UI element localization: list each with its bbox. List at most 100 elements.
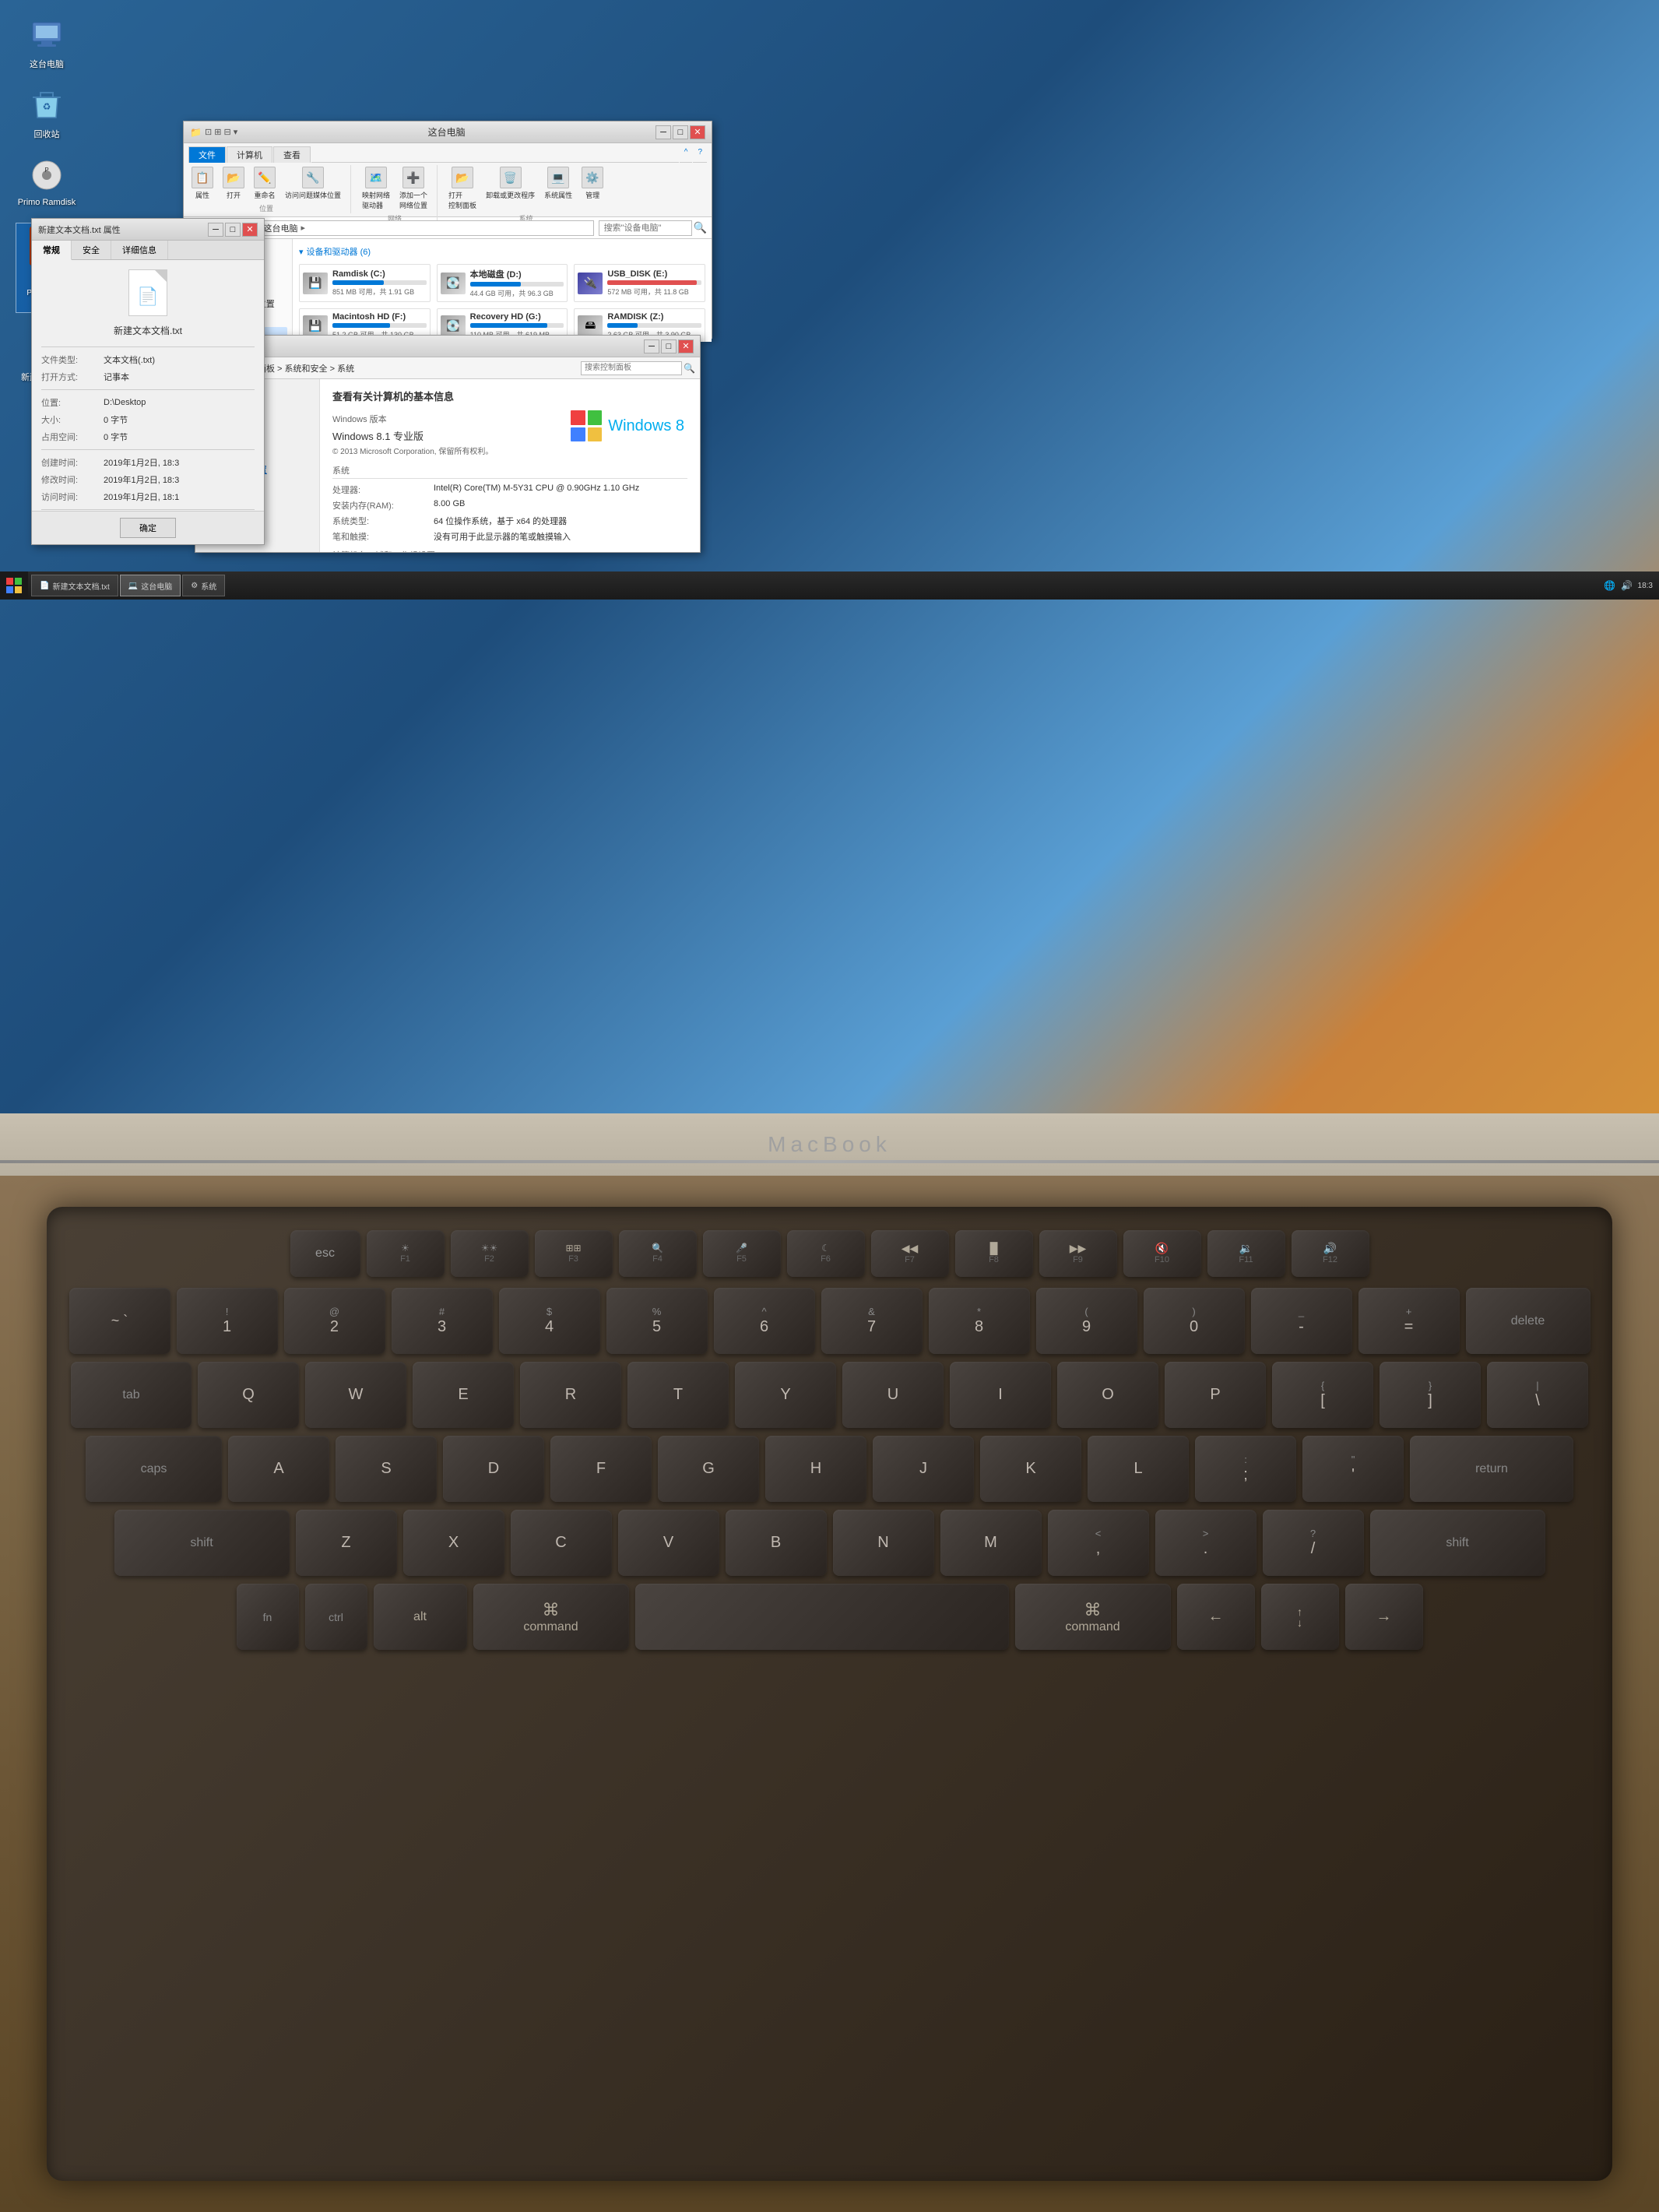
taskbar-item-2[interactable]: ⚙ 系统: [182, 575, 225, 596]
ribbon-uninstall-btn[interactable]: 🗑️ 卸载或更改程序: [483, 165, 538, 212]
w-key[interactable]: W: [305, 1362, 406, 1428]
semicolon-key[interactable]: :;: [1195, 1436, 1296, 1502]
equals-key[interactable]: +=: [1358, 1288, 1460, 1354]
alt-key[interactable]: alt: [374, 1584, 467, 1650]
taskbar-start-btn[interactable]: [0, 571, 28, 600]
lbracket-key[interactable]: {[: [1272, 1362, 1373, 1428]
right-arrow-key[interactable]: →: [1345, 1584, 1423, 1650]
c-key[interactable]: C: [511, 1510, 612, 1576]
6-key[interactable]: ^6: [714, 1288, 815, 1354]
h-key[interactable]: H: [765, 1436, 866, 1502]
d-key[interactable]: D: [443, 1436, 544, 1502]
taskbar-item-0[interactable]: 📄 新建文本文档.txt: [31, 575, 118, 596]
system-close-btn[interactable]: ✕: [678, 339, 694, 353]
ribbon-open-btn[interactable]: 📂 打开: [220, 165, 248, 202]
properties-tab-general[interactable]: 常规: [32, 241, 72, 260]
ribbon-open2-btn[interactable]: 📂 打开控制面板: [445, 165, 480, 212]
y-key[interactable]: Y: [735, 1362, 836, 1428]
system-search-input[interactable]: [581, 361, 682, 375]
tray-network-icon[interactable]: 🌐: [1604, 579, 1616, 592]
lcommand-key[interactable]: ⌘ command: [473, 1584, 629, 1650]
quote-key[interactable]: "': [1302, 1436, 1404, 1502]
rshift-key[interactable]: shift: [1370, 1510, 1545, 1576]
system-minimize-btn[interactable]: ─: [644, 339, 659, 353]
a-key[interactable]: A: [228, 1436, 329, 1502]
lshift-key[interactable]: shift: [114, 1510, 290, 1576]
8-key[interactable]: *8: [929, 1288, 1030, 1354]
7-key[interactable]: &7: [821, 1288, 923, 1354]
explorer-minimize-btn[interactable]: ─: [656, 125, 671, 139]
f12-key[interactable]: 🔊 F12: [1292, 1230, 1369, 1277]
1-key[interactable]: !1: [177, 1288, 278, 1354]
properties-close-btn[interactable]: ✕: [242, 223, 258, 237]
explorer-maximize-btn[interactable]: □: [673, 125, 688, 139]
f-key[interactable]: F: [550, 1436, 652, 1502]
sys-search-icon[interactable]: 🔍: [684, 363, 695, 374]
g-key[interactable]: G: [658, 1436, 759, 1502]
space-key[interactable]: [635, 1584, 1009, 1650]
tab-key[interactable]: tab: [71, 1362, 192, 1428]
5-key[interactable]: %5: [606, 1288, 708, 1354]
z-key[interactable]: Z: [296, 1510, 397, 1576]
p-key[interactable]: P: [1165, 1362, 1266, 1428]
f9-key[interactable]: ▶▶ F9: [1039, 1230, 1117, 1277]
search-icon[interactable]: 🔍: [694, 221, 707, 234]
ribbon-tab-view[interactable]: 查看: [273, 146, 311, 163]
backtick-key[interactable]: ~ `: [69, 1288, 170, 1354]
e-key[interactable]: E: [413, 1362, 514, 1428]
explorer-search-input[interactable]: [599, 220, 692, 236]
properties-minimize-btn[interactable]: ─: [208, 223, 223, 237]
properties-ok-btn[interactable]: 确定: [120, 518, 176, 538]
4-key[interactable]: $4: [499, 1288, 600, 1354]
f6-key[interactable]: ☾ F6: [787, 1230, 865, 1277]
explorer-close-btn[interactable]: ✕: [690, 125, 705, 139]
drive-d[interactable]: 💽 本地磁盘 (D:) 44.4 GB 可用，共 96.3 GB: [437, 264, 568, 302]
ribbon-rename-btn[interactable]: ✏️ 重命名: [251, 165, 279, 202]
l-key[interactable]: L: [1088, 1436, 1189, 1502]
desktop-icon-recycle[interactable]: ♻ 回收站: [16, 86, 78, 140]
k-key[interactable]: K: [980, 1436, 1081, 1502]
m-key[interactable]: M: [940, 1510, 1042, 1576]
r-key[interactable]: R: [520, 1362, 621, 1428]
o-key[interactable]: O: [1057, 1362, 1158, 1428]
rcommand-key[interactable]: ⌘ command: [1015, 1584, 1171, 1650]
taskbar-item-1[interactable]: 💻 这台电脑: [120, 575, 181, 596]
properties-tab-security[interactable]: 安全: [72, 241, 111, 259]
esc-key[interactable]: esc: [290, 1230, 360, 1277]
ribbon-expand-btn[interactable]: ^: [680, 146, 693, 163]
f3-key[interactable]: ⊞⊞ F3: [535, 1230, 613, 1277]
properties-maximize-btn[interactable]: □: [225, 223, 241, 237]
slash-key[interactable]: ?/: [1263, 1510, 1364, 1576]
0-key[interactable]: )0: [1144, 1288, 1245, 1354]
properties-tab-details[interactable]: 详细信息: [111, 241, 168, 259]
ribbon-map-btn[interactable]: 🗺️ 映射网络驱动器: [359, 165, 393, 212]
t-key[interactable]: T: [627, 1362, 729, 1428]
3-key[interactable]: #3: [392, 1288, 493, 1354]
ribbon-sysprops-btn[interactable]: 💻 系统属性: [541, 165, 575, 212]
2-key[interactable]: @2: [284, 1288, 385, 1354]
f10-key[interactable]: 🔇 F10: [1123, 1230, 1201, 1277]
j-key[interactable]: J: [873, 1436, 974, 1502]
s-key[interactable]: S: [336, 1436, 437, 1502]
address-path[interactable]: 这台电脑 ▸: [258, 220, 594, 236]
caps-key[interactable]: caps: [86, 1436, 222, 1502]
desktop-icon-computer[interactable]: 这台电脑: [16, 16, 78, 70]
9-key[interactable]: (9: [1036, 1288, 1137, 1354]
ctrl-key[interactable]: ctrl: [305, 1584, 367, 1650]
drive-e[interactable]: 🔌 USB_DISK (E:) 572 MB 可用，共 11.8 GB: [574, 264, 705, 302]
left-arrow-key[interactable]: ←: [1177, 1584, 1255, 1650]
f11-key[interactable]: 🔉 F11: [1207, 1230, 1285, 1277]
ribbon-tab-computer[interactable]: 计算机: [227, 146, 272, 163]
n-key[interactable]: N: [833, 1510, 934, 1576]
q-key[interactable]: Q: [198, 1362, 299, 1428]
v-key[interactable]: V: [618, 1510, 719, 1576]
ribbon-manage-btn[interactable]: ⚙️ 管理: [578, 165, 606, 212]
drive-c[interactable]: 💾 Ramdisk (C:) 851 MB 可用，共 1.91 GB: [299, 264, 431, 302]
system-maximize-btn[interactable]: □: [661, 339, 677, 353]
desktop-icon-ramdisk[interactable]: P Primo Ramdisk: [16, 156, 78, 207]
comma-key[interactable]: <,: [1048, 1510, 1149, 1576]
f7-key[interactable]: ◀◀ F7: [871, 1230, 949, 1277]
backslash-key[interactable]: |\: [1487, 1362, 1588, 1428]
minus-key[interactable]: _-: [1251, 1288, 1352, 1354]
b-key[interactable]: B: [726, 1510, 827, 1576]
